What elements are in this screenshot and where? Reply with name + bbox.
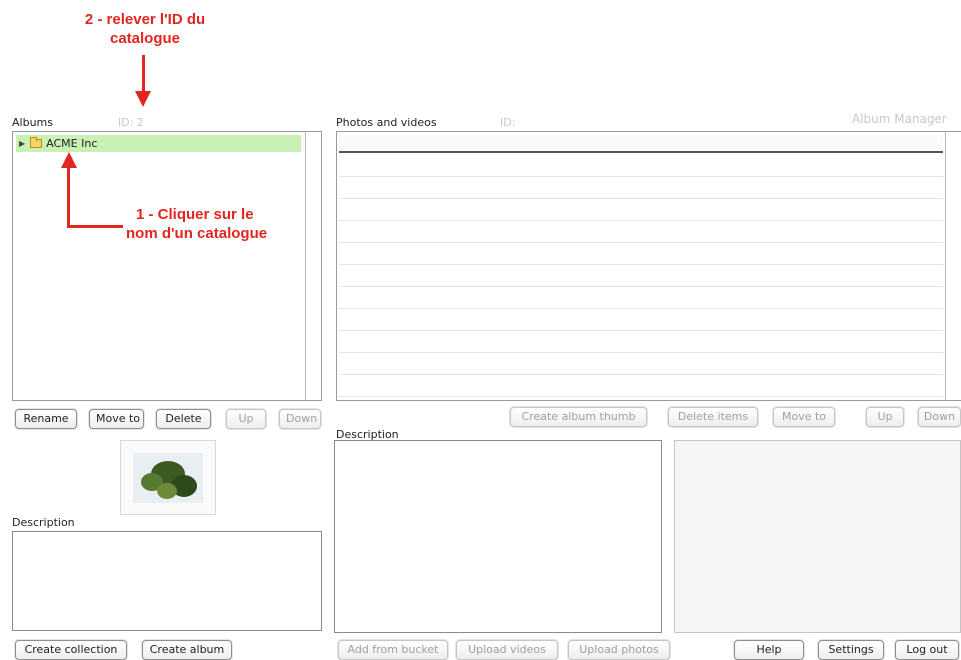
create-album-button[interactable]: Create album: [142, 640, 232, 660]
photo-id-label: ID:: [500, 116, 516, 129]
settings-button[interactable]: Settings: [818, 640, 884, 660]
annotation-arrow-up-icon: [61, 152, 77, 168]
annotation-step-1: 1 - Cliquer sur le nom d'un catalogue: [126, 205, 288, 243]
photos-move-to-button[interactable]: Move to: [773, 407, 835, 427]
expand-arrow-icon[interactable]: ▶: [19, 139, 25, 148]
annotation-arrow-down-icon: [135, 91, 151, 107]
annotation-arrow-up-line: [67, 167, 70, 227]
annotation-step-2-line-1: 2 - relever l'ID du: [84, 11, 206, 28]
album-thumbnail-image: [133, 453, 203, 503]
album-thumbnail[interactable]: [120, 440, 216, 515]
help-button[interactable]: Help: [734, 640, 804, 660]
albums-label: Albums: [12, 116, 53, 129]
upload-videos-button[interactable]: Upload videos: [456, 640, 558, 660]
rename-button[interactable]: Rename: [15, 409, 77, 429]
annotation-step-1-line-1: 1 - Cliquer sur le: [136, 206, 254, 223]
photos-up-button[interactable]: Up: [866, 407, 904, 427]
tree-item-label: ACME Inc: [46, 137, 98, 150]
albums-tree-panel[interactable]: ▶ ACME Inc: [12, 131, 322, 401]
upload-photos-button[interactable]: Upload photos: [568, 640, 670, 660]
annotation-step-2-line-2: catalogue: [109, 30, 181, 47]
photos-grid-scrollbar[interactable]: [945, 132, 961, 400]
create-album-thumb-button[interactable]: Create album thumb: [510, 407, 647, 427]
item-description-textarea[interactable]: [334, 440, 662, 633]
log-out-button[interactable]: Log out: [895, 640, 959, 660]
add-from-bucket-button[interactable]: Add from bucket: [338, 640, 448, 660]
app-title: Album Manager: [852, 112, 947, 126]
photos-grid-panel[interactable]: [336, 131, 961, 401]
album-description-textarea[interactable]: [12, 531, 322, 631]
preview-panel: [674, 440, 961, 633]
annotation-step-1-line-2: nom d'un catalogue: [126, 225, 268, 242]
delete-items-button[interactable]: Delete items: [668, 407, 758, 427]
photos-and-videos-label: Photos and videos: [336, 116, 437, 129]
album-description-label: Description: [12, 516, 75, 529]
album-up-button[interactable]: Up: [226, 409, 266, 429]
annotation-step-2: 2 - relever l'ID du catalogue: [60, 10, 230, 48]
album-move-to-button[interactable]: Move to: [89, 409, 144, 429]
album-down-button[interactable]: Down: [279, 409, 321, 429]
annotation-arrow-horizontal-line: [67, 225, 123, 228]
photos-grid-header: [339, 134, 943, 153]
tree-item-acme-inc[interactable]: ▶ ACME Inc: [16, 135, 301, 152]
delete-button[interactable]: Delete: [156, 409, 211, 429]
folder-icon: [30, 137, 43, 148]
create-collection-button[interactable]: Create collection: [15, 640, 127, 660]
albums-tree-scrollbar[interactable]: [305, 132, 321, 400]
photos-down-button[interactable]: Down: [918, 407, 961, 427]
annotation-arrow-down-line: [142, 55, 145, 93]
album-id-label: ID: 2: [118, 116, 144, 129]
photos-grid-rows: [339, 155, 943, 398]
